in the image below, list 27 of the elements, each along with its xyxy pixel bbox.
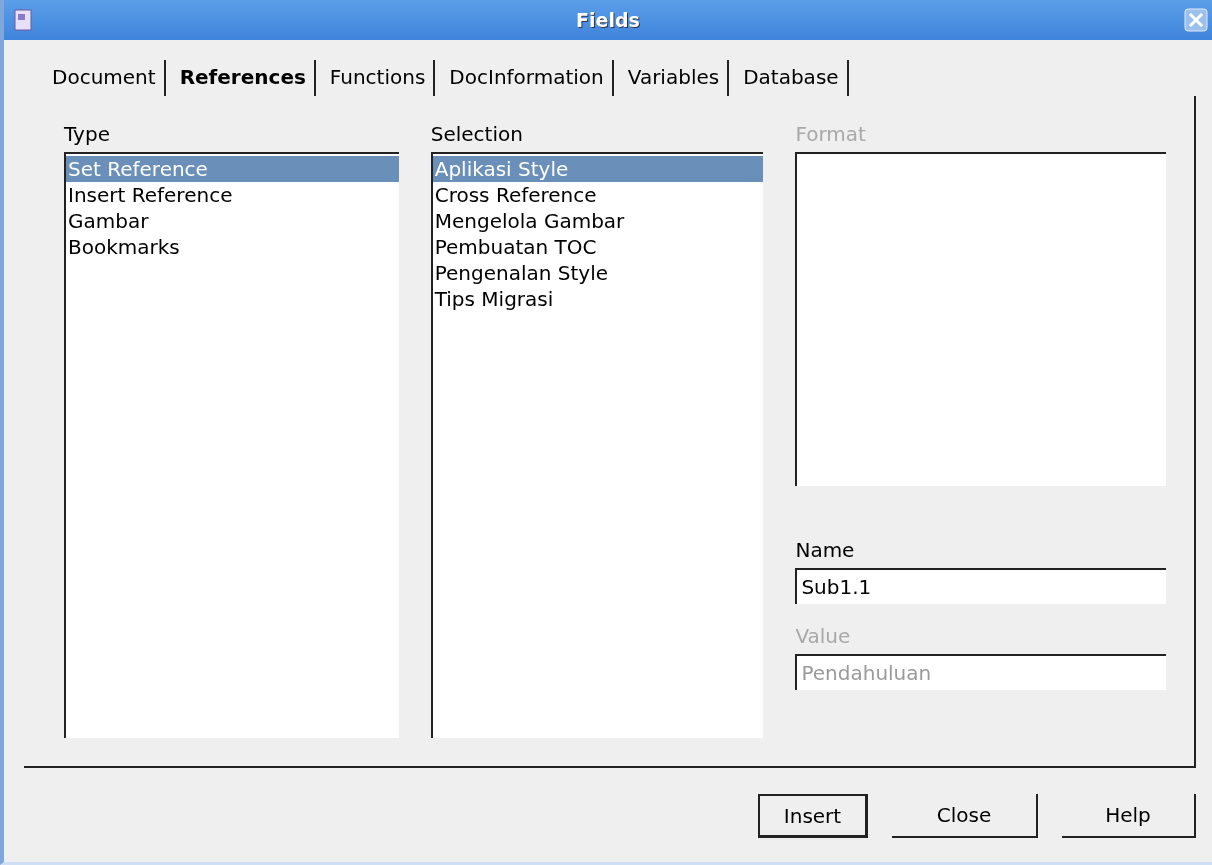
tab[interactable]: DocInformation [441,60,614,96]
tab[interactable]: Document [44,60,166,96]
name-field[interactable]: Sub1.1 [795,568,1166,604]
field-label: Value [795,623,851,650]
list-item[interactable]: Pembuatan TOC [432,233,764,260]
document-icon [14,9,32,31]
tab[interactable]: Functions [321,60,436,96]
list-item[interactable]: Pengenalan Style [432,259,764,286]
list-label: Selection [430,120,523,148]
list-item[interactable]: Cross Reference [432,181,764,208]
list-box[interactable]: Set Reference Insert Reference Gambar Bookmarks [64,151,399,738]
list-item[interactable]: Mengelola Gambar [432,207,764,234]
dialog-button[interactable]: Help [1062,794,1196,838]
window-title: Fields [576,9,640,31]
list-item[interactable]: Tips Migrasi [432,285,764,312]
dialog-button[interactable]: Close [892,794,1038,838]
dialog-button[interactable]: Insert [758,794,868,838]
tab[interactable]: Variables [619,60,730,96]
list-box[interactable]: Aplikasi Style Cross Reference Mengelola Gambar Pembuatan TOC Pengenalan Style Tips Migrasi [430,151,764,738]
field-label: Name [795,537,855,564]
list-label: Type [64,120,110,148]
list-label: Format [795,121,866,148]
list-item[interactable]: Gambar [66,207,399,234]
tab[interactable]: Database [735,60,849,96]
list-item[interactable]: Bookmarks [66,233,399,260]
close-icon[interactable] [1184,8,1208,32]
list-item[interactable]: Insert Reference [66,181,399,208]
